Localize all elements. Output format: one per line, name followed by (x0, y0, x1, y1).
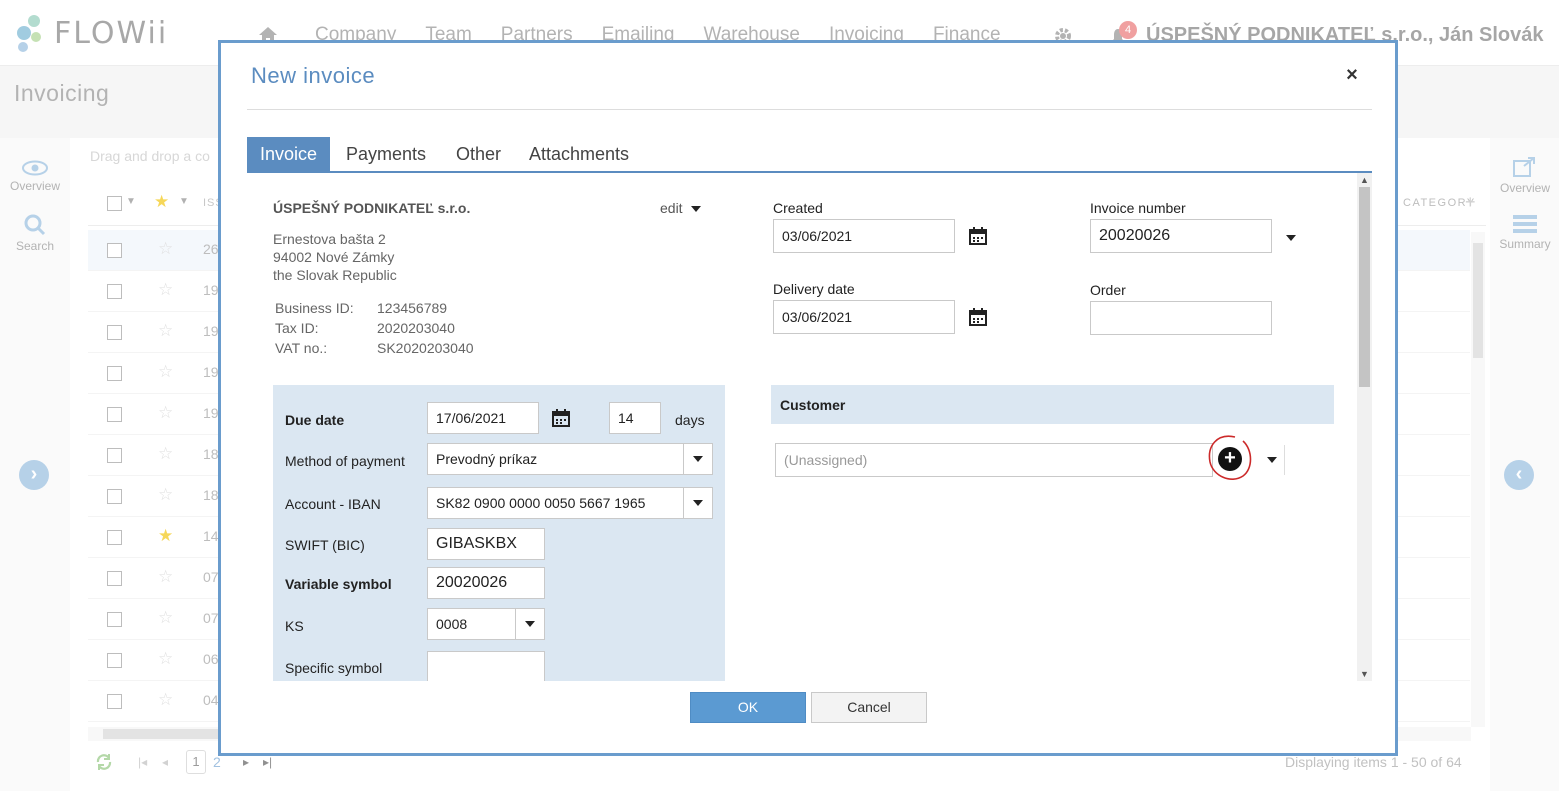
title-divider (247, 109, 1372, 110)
payment-method-value: Prevodný príkaz (436, 451, 538, 467)
customer-input[interactable]: (Unassigned) (775, 443, 1213, 477)
tab-attachments[interactable]: Attachments (516, 137, 642, 171)
iban-select[interactable]: SK82 0900 0000 0050 5667 1965 (427, 487, 713, 519)
tax-id-label: Tax ID: (275, 320, 319, 336)
invoice-tabs: Invoice Payments Other Attachments (247, 137, 1372, 173)
dialog-title: New invoice (251, 63, 376, 88)
delivery-date-label: Delivery date (773, 281, 855, 297)
due-date-label: Due date (285, 412, 345, 428)
ok-button[interactable]: OK (690, 692, 806, 723)
swift-label: SWIFT (BIC) (285, 537, 365, 553)
payment-method-label: Method of payment (285, 453, 405, 469)
tab-invoice[interactable]: Invoice (247, 137, 331, 171)
ks-dropdown-button[interactable] (515, 609, 544, 639)
order-input[interactable] (1090, 301, 1272, 335)
customer-dropdown-caret-icon[interactable] (1267, 457, 1277, 463)
close-icon[interactable]: × (1342, 65, 1362, 85)
caret-down-icon (693, 500, 703, 506)
payment-method-select[interactable]: Prevodný príkaz (427, 443, 713, 475)
calendar-icon[interactable] (552, 409, 570, 427)
payment-details-block: Due date 17/06/2021 14 days Method of pa… (273, 385, 725, 681)
calendar-icon[interactable] (969, 308, 987, 326)
seller-address-line: 94002 Nové Zámky (273, 249, 395, 265)
ks-value: 0008 (436, 616, 468, 632)
ks-select[interactable]: 0008 (427, 608, 545, 640)
new-invoice-dialog: New invoice × Invoice Payments Other Att… (218, 40, 1398, 756)
invoice-number-caret-icon[interactable] (1286, 235, 1296, 241)
swift-input[interactable]: GIBASKBX (427, 528, 545, 560)
edit-label: edit (660, 200, 683, 216)
iban-value: SK82 0900 0000 0050 5667 1965 (436, 495, 646, 511)
tax-id-value: 2020203040 (377, 320, 455, 336)
invoice-number-label: Invoice number (1090, 200, 1186, 216)
payment-method-dropdown-button[interactable] (683, 444, 712, 474)
variable-symbol-label: Variable symbol (285, 576, 392, 592)
scroll-up-icon[interactable]: ▲ (1359, 175, 1370, 185)
order-label: Order (1090, 282, 1126, 298)
caret-down-icon (525, 621, 535, 627)
dialog-scroll-thumb[interactable] (1359, 187, 1370, 387)
created-label: Created (773, 200, 823, 216)
seller-address-line: Ernestova bašta 2 (273, 231, 386, 247)
invoice-tab-panel: ÚSPEŠNÝ PODNIKATEĽ s.r.o. edit Ernestova… (247, 173, 1357, 681)
scroll-down-icon[interactable]: ▼ (1359, 669, 1370, 679)
invoice-number-input[interactable]: 20020026 (1090, 219, 1272, 253)
iban-label: Account - IBAN (285, 496, 381, 512)
tab-other[interactable]: Other (443, 137, 514, 171)
specific-symbol-input[interactable] (427, 651, 545, 681)
dialog-vertical-scrollbar[interactable]: ▲ ▼ (1357, 173, 1372, 681)
customer-header-label: Customer (780, 397, 846, 413)
caret-down-icon (693, 456, 703, 462)
seller-address-line: the Slovak Republic (273, 267, 397, 283)
variable-symbol-input[interactable]: 20020026 (427, 567, 545, 599)
vat-no-label: VAT no.: (275, 340, 328, 356)
business-id-label: Business ID: (275, 300, 354, 316)
edit-seller-dropdown[interactable]: edit (660, 200, 701, 216)
cancel-button[interactable]: Cancel (811, 692, 927, 723)
tab-payments[interactable]: Payments (333, 137, 439, 171)
iban-dropdown-button[interactable] (683, 488, 712, 518)
customer-separator (1284, 445, 1285, 475)
customer-section-header: Customer (771, 385, 1334, 424)
specific-symbol-label: Specific symbol (285, 660, 383, 676)
vat-no-value: SK2020203040 (377, 340, 474, 356)
calendar-icon[interactable] (969, 227, 987, 245)
ks-label: KS (285, 618, 304, 634)
due-date-input[interactable]: 17/06/2021 (427, 402, 539, 434)
business-id-value: 123456789 (377, 300, 448, 316)
caret-down-icon (690, 206, 701, 213)
days-label: days (675, 412, 705, 428)
delivery-date-input[interactable]: 03/06/2021 (773, 300, 955, 334)
seller-name: ÚSPEŠNÝ PODNIKATEĽ s.r.o. (273, 200, 471, 216)
due-days-input[interactable]: 14 (609, 402, 661, 434)
created-date-input[interactable]: 03/06/2021 (773, 219, 955, 253)
add-customer-plus-icon[interactable]: + (1218, 447, 1242, 471)
